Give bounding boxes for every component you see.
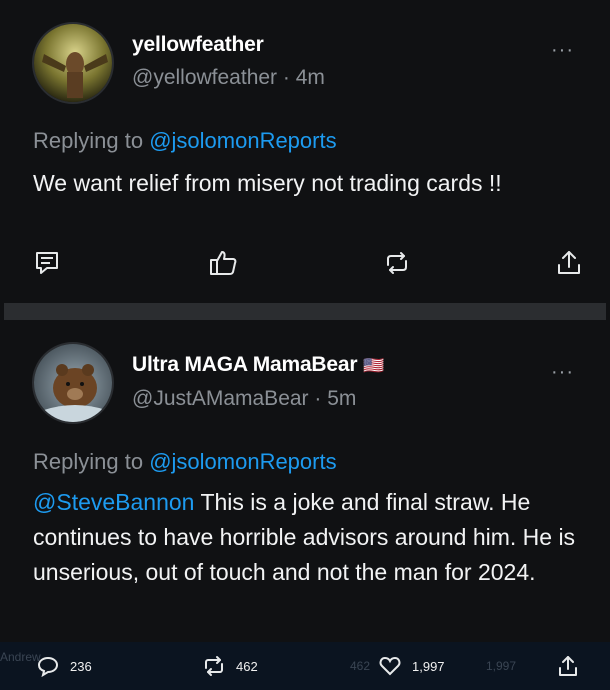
retweets-count: 462	[236, 658, 258, 674]
heart-icon	[379, 656, 401, 676]
replying-to-line: Replying to @jsolomonReports	[33, 449, 337, 475]
avatar[interactable]	[32, 22, 114, 104]
replying-to-mention[interactable]: @jsolomonReports	[149, 128, 336, 153]
ghost-like-count: 1,997	[486, 659, 517, 673]
handle-and-time: @yellowfeather · 4m	[132, 66, 325, 90]
reply-post-yellowfeather[interactable]: yellowfeather @yellowfeather · 4m ··· Re…	[4, 0, 606, 303]
share-icon	[559, 656, 577, 676]
replies-count: 236	[70, 658, 92, 674]
chat-bubble-icon	[37, 656, 59, 678]
avatar[interactable]	[32, 342, 114, 424]
replying-to-mention[interactable]: @jsolomonReports	[149, 449, 336, 474]
likes-stat[interactable]: 1,997	[378, 654, 445, 678]
likes-count: 1,997	[412, 658, 445, 674]
handle-and-time: @JustAMamaBear · 5m	[132, 387, 356, 411]
replying-to-line: Replying to @jsolomonReports	[33, 128, 337, 154]
handle[interactable]: @yellowfeather	[132, 66, 277, 89]
display-name[interactable]: yellowfeather	[132, 33, 264, 57]
handle[interactable]: @JustAMamaBear	[132, 387, 309, 410]
reply-icon[interactable]	[32, 248, 62, 278]
replying-prefix: Replying to	[33, 128, 150, 153]
more-options-icon[interactable]: ···	[551, 362, 574, 382]
display-name: Ultra MAGA MamaBear 🇺🇸	[132, 353, 384, 377]
more-options-icon[interactable]: ···	[551, 40, 574, 60]
action-bar	[32, 248, 592, 284]
thumbs-up-icon[interactable]	[208, 248, 238, 278]
post-text: We want relief from misery not trading c…	[33, 170, 502, 196]
retweet-icon	[205, 656, 223, 676]
share-stat[interactable]	[556, 654, 580, 678]
retweet-icon[interactable]	[382, 248, 412, 278]
replies-stat[interactable]: 236	[36, 654, 92, 678]
timestamp[interactable]: · 5m	[314, 387, 356, 410]
reply-post-justamamabear[interactable]: Ultra MAGA MamaBear 🇺🇸 @JustAMamaBear · …	[4, 320, 606, 642]
display-name-text[interactable]: Ultra MAGA MamaBear	[132, 353, 358, 376]
ghost-author-name: Andrew	[0, 650, 41, 664]
post-divider	[4, 303, 606, 320]
retweets-stat[interactable]: 462	[202, 654, 258, 678]
us-flag-icon: 🇺🇸	[362, 356, 384, 375]
underlying-tweet-action-bar: Andrew 462 1,997 236 462 1,997	[0, 642, 610, 690]
text-mention[interactable]: @SteveBannon	[33, 489, 194, 515]
replying-prefix: Replying to	[33, 449, 150, 474]
ghost-retweet-count: 462	[350, 659, 371, 673]
share-icon[interactable]	[554, 248, 584, 278]
post-text: @SteveBannon This is a joke and final st…	[33, 485, 593, 590]
timestamp[interactable]: · 4m	[283, 66, 325, 89]
